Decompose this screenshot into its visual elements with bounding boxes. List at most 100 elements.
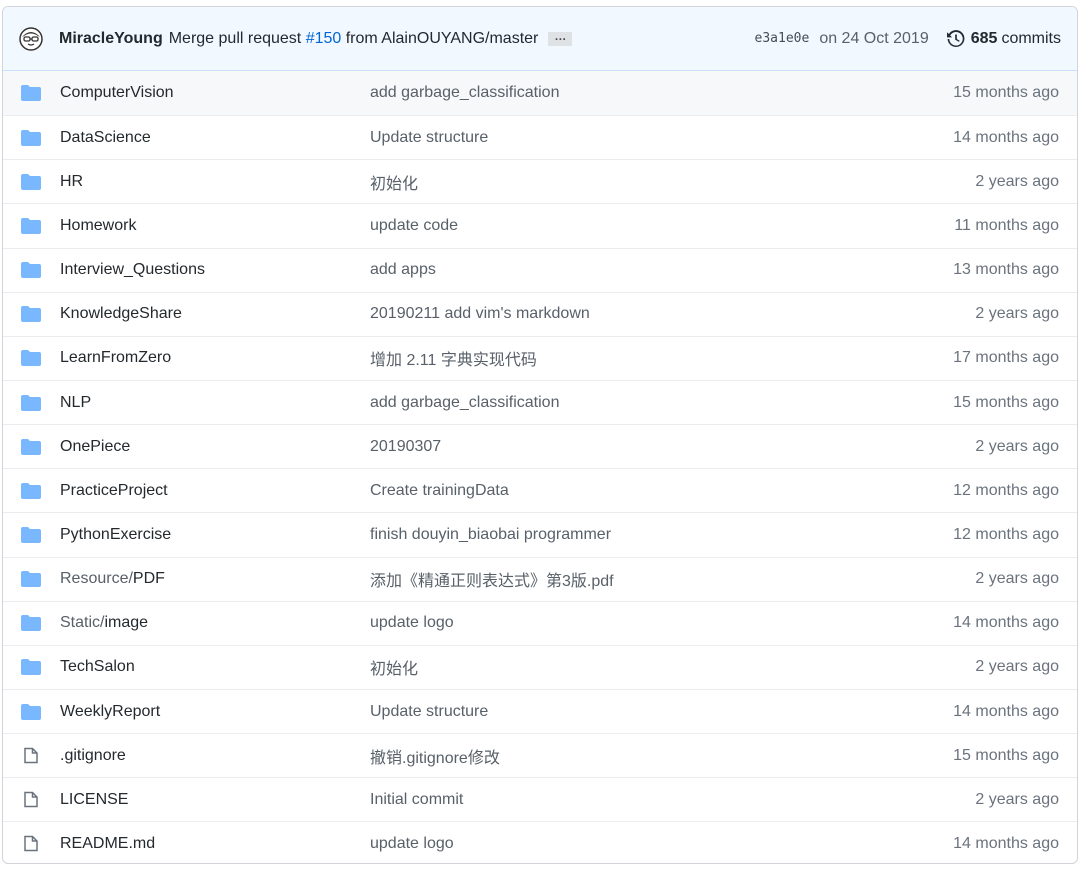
folder-icon: [21, 348, 41, 368]
file-name: KnowledgeShare: [60, 305, 182, 323]
file-name: TechSalon: [60, 658, 135, 676]
file-name-link[interactable]: TechSalon: [60, 658, 370, 676]
commit-age: 14 months ago: [953, 128, 1059, 146]
file-name-link[interactable]: HR: [60, 173, 370, 191]
commit-message-link[interactable]: 添加《精通正则表达式》第3版.pdf: [370, 567, 975, 591]
file-browser: MiracleYoung Merge pull request #150 fro…: [2, 6, 1078, 864]
commit-message-link[interactable]: 20190211 add vim's markdown: [370, 305, 975, 323]
commit-message-link[interactable]: 撤销.gitignore修改: [370, 744, 953, 768]
file-icon: [21, 746, 41, 766]
commit-age: 12 months ago: [953, 481, 1059, 499]
commit-message-link[interactable]: 20190307: [370, 438, 975, 456]
commit-message-link[interactable]: Initial commit: [370, 791, 975, 809]
file-name-link[interactable]: Interview_Questions: [60, 261, 370, 279]
file-name-link[interactable]: ComputerVision: [60, 84, 370, 102]
file-name: PDF: [132, 570, 165, 588]
file-row: Homework update code 11 months ago: [3, 203, 1077, 247]
file-row: README.md update logo 14 months ago: [3, 821, 1077, 863]
folder-icon: [21, 216, 41, 236]
commit-message-suffix: from AlainOUYANG/master: [341, 29, 539, 47]
file-name-link[interactable]: README.md: [60, 835, 370, 853]
commit-message-link[interactable]: Update structure: [370, 129, 953, 147]
commit-message-link[interactable]: update logo: [370, 835, 953, 853]
commit-message-link[interactable]: Create trainingData: [370, 482, 953, 500]
folder-icon: [21, 304, 41, 324]
file-row: PracticeProject Create trainingData 12 mon…: [3, 468, 1077, 512]
file-icon: [21, 790, 41, 810]
commit-age: 2 years ago: [975, 658, 1059, 676]
commit-count: 685: [970, 29, 998, 47]
file-name: .gitignore: [60, 746, 126, 764]
file-name: DataScience: [60, 128, 151, 146]
commits-label: commits: [1001, 29, 1061, 47]
folder-icon: [21, 172, 41, 192]
commit-message-link[interactable]: 初始化: [370, 170, 975, 194]
folder-icon: [21, 569, 41, 589]
commit-message-link[interactable]: 初始化: [370, 655, 975, 679]
commit-message-link[interactable]: Update structure: [370, 703, 953, 721]
pull-request-link[interactable]: #150: [306, 30, 342, 47]
file-name-link[interactable]: Homework: [60, 217, 370, 235]
file-name: LearnFromZero: [60, 349, 172, 367]
file-name-link[interactable]: LearnFromZero: [60, 349, 370, 367]
commit-sha-link[interactable]: e3a1e0e: [755, 31, 810, 46]
commit-age: 11 months ago: [954, 216, 1059, 234]
file-row: HR 初始化 2 years ago: [3, 159, 1077, 203]
commit-message-link[interactable]: add apps: [370, 261, 953, 279]
file-name: README.md: [60, 834, 156, 852]
expand-commit-button[interactable]: …: [548, 30, 573, 46]
file-name: PythonExercise: [60, 525, 172, 543]
folder-icon: [21, 260, 41, 280]
file-row: LICENSE Initial commit 2 years ago: [3, 777, 1077, 821]
commit-message-link[interactable]: update logo: [370, 614, 953, 632]
file-list: ComputerVision add garbage_classification…: [3, 71, 1077, 863]
commit-age: 13 months ago: [953, 261, 1059, 279]
file-row: Interview_Questions add apps 13 months ago: [3, 247, 1077, 292]
commit-message-link[interactable]: add garbage_classification: [370, 394, 953, 412]
file-row: Static/image update logo 14 months ago: [3, 600, 1077, 645]
file-row: DataScience Update structure 14 months ago: [3, 115, 1077, 159]
file-row: WeeklyReport Update structure 14 months ag…: [3, 688, 1077, 733]
file-name: WeeklyReport: [60, 702, 161, 720]
file-name: image: [104, 614, 149, 632]
author-avatar[interactable]: [19, 26, 43, 51]
commit-age: 15 months ago: [953, 393, 1059, 411]
latest-commit-bar: MiracleYoung Merge pull request #150 fro…: [3, 7, 1077, 71]
file-row: Resource/PDF 添加《精通正则表达式》第3版.pdf 2 years ag…: [3, 556, 1077, 601]
commits-history-link[interactable]: 685 commits: [946, 29, 1061, 48]
file-row: KnowledgeShare 20190211 add vim's markdow…: [3, 291, 1077, 336]
file-name: NLP: [60, 393, 92, 411]
file-dir-prefix: Resource/: [60, 570, 133, 588]
file-name-link[interactable]: WeeklyReport: [60, 703, 370, 721]
file-name-link[interactable]: NLP: [60, 394, 370, 412]
file-name: Homework: [60, 216, 137, 234]
file-name-link[interactable]: OnePiece: [60, 438, 370, 456]
folder-icon: [21, 128, 41, 148]
file-name: PracticeProject: [60, 481, 168, 499]
file-row: LearnFromZero 增加 2.11 字典实现代码 17 months ago: [3, 335, 1077, 380]
commit-message-link[interactable]: finish douyin_biaobai programmer: [370, 526, 953, 544]
commit-message-link[interactable]: update code: [370, 217, 954, 235]
file-name-link[interactable]: LICENSE: [60, 791, 370, 809]
file-row: .gitignore 撤销.gitignore修改 15 months ago: [3, 733, 1077, 777]
file-row: OnePiece 20190307 2 years ago: [3, 424, 1077, 468]
commit-message-link[interactable]: 增加 2.11 字典实现代码: [370, 346, 953, 370]
file-name: Interview_Questions: [60, 261, 205, 279]
commit-author-link[interactable]: MiracleYoung: [59, 30, 163, 48]
folder-icon: [21, 657, 41, 677]
commit-age: 2 years ago: [975, 172, 1059, 190]
file-name-link[interactable]: PythonExercise: [60, 526, 370, 544]
folder-icon: [21, 525, 41, 545]
file-name-link[interactable]: PracticeProject: [60, 482, 370, 500]
file-name-link[interactable]: DataScience: [60, 129, 370, 147]
commit-message-link[interactable]: add garbage_classification: [370, 84, 953, 102]
file-row: PythonExercise finish douyin_biaobai prog…: [3, 512, 1077, 556]
file-row: TechSalon 初始化 2 years ago: [3, 644, 1077, 689]
commit-message[interactable]: Merge pull request #150 from AlainOUYANG…: [169, 30, 539, 48]
file-name-link[interactable]: KnowledgeShare: [60, 305, 370, 323]
commit-age: 17 months ago: [953, 349, 1059, 367]
file-name-link[interactable]: Resource/PDF: [60, 570, 370, 588]
file-name-link[interactable]: Static/image: [60, 614, 370, 632]
file-name-link[interactable]: .gitignore: [60, 747, 370, 765]
folder-icon: [21, 481, 41, 501]
